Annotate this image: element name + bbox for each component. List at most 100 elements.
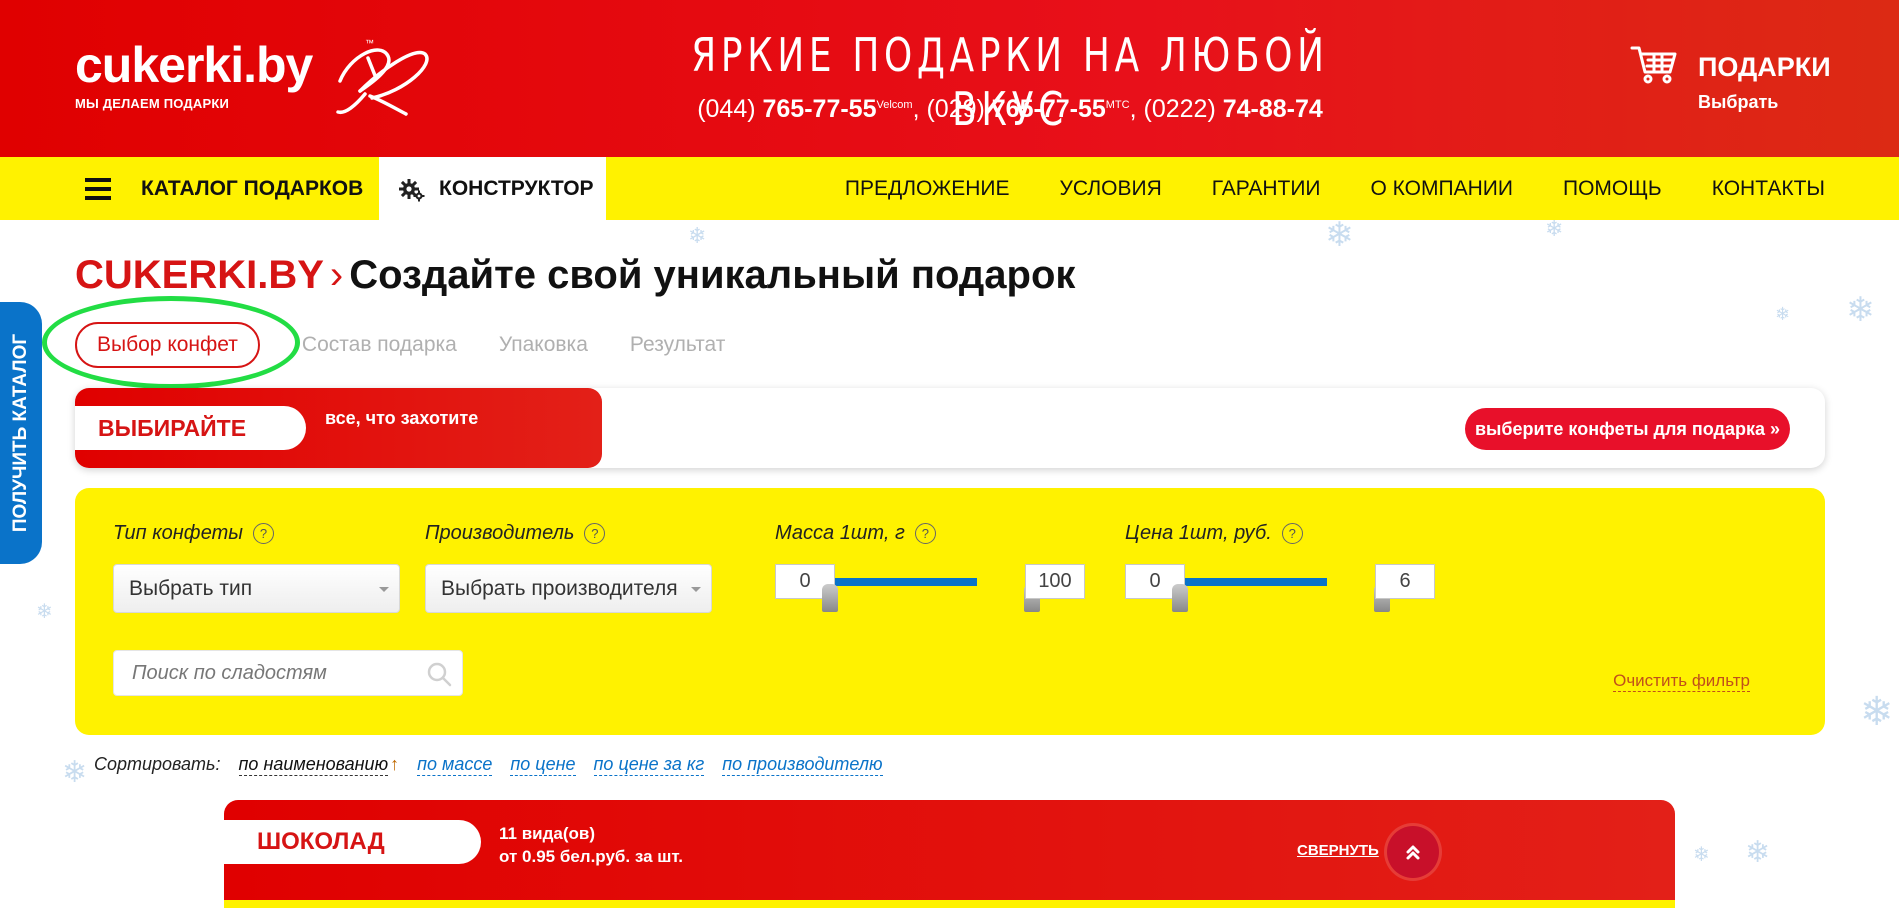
main-nav: КАТАЛОГ ПОДАРКОВ КОНСТРУКТОР ПРЕДЛОЖЕНИЕ…: [0, 157, 1899, 220]
snowflake-icon: ❄: [1545, 216, 1564, 241]
category-section: ШОКОЛАД 11 вида(ов) от 0.95 бел.руб. за …: [224, 800, 1675, 908]
candy-search-input[interactable]: [114, 651, 414, 695]
site-logo[interactable]: cukerki.by ™ МЫ ДЕЛАЕМ ПОДАРКИ: [75, 37, 429, 116]
mass-label-text: Масса 1шт, г: [775, 522, 905, 544]
category-info: 11 вида(ов) от 0.95 бел.руб. за шт.: [499, 822, 683, 868]
maker-label-text: Производитель: [425, 522, 575, 544]
maker-label: Производитель ?: [425, 522, 606, 545]
catalog-menu-label: КАТАЛОГ ПОДАРКОВ: [141, 176, 364, 200]
menu-icon: [85, 177, 111, 200]
search-icon[interactable]: [426, 661, 452, 687]
candy-search: [113, 650, 463, 696]
candy-type-label: Тип конфеты ?: [113, 522, 275, 545]
collapse-link[interactable]: СВЕРНУТЬ: [1297, 842, 1379, 859]
nav-link-offer[interactable]: ПРЕДЛОЖЕНИЕ: [845, 177, 1010, 201]
phone-operator: МТС: [1105, 99, 1130, 111]
cart-select-link[interactable]: Выбрать: [1698, 92, 1778, 113]
phone-1[interactable]: (044) 765-77-55Velcom,: [697, 95, 926, 123]
sort-label: Сортировать:: [94, 754, 221, 774]
help-icon[interactable]: ?: [584, 523, 606, 544]
help-icon[interactable]: ?: [1281, 523, 1303, 544]
breadcrumb: CUKERKI.BY › Создайте свой уникальный пода…: [75, 253, 1075, 298]
snowflake-icon: ❄: [1693, 844, 1710, 866]
choose-candies-button[interactable]: выберите конфеты для подарка »: [1464, 408, 1790, 450]
nav-links: ПРЕДЛОЖЕНИЕ УСЛОВИЯ ГАРАНТИИ О КОМПАНИИ …: [845, 157, 1825, 220]
nav-link-help[interactable]: ПОМОЩЬ: [1563, 177, 1662, 201]
page: ❄ ❄ ❄ ❄ ❄ ❄ ❄ ❄ ❄ ❄ cukerki.by ™ МЫ ДЕЛА…: [0, 0, 1899, 908]
mass-min-handle[interactable]: [822, 584, 838, 612]
page-title: Создайте свой уникальный подарок: [349, 253, 1076, 297]
snowflake-icon: ❄: [688, 223, 707, 248]
snowflake-icon: ❄: [36, 601, 53, 623]
snowflake-icon: ❄: [1775, 304, 1791, 324]
help-icon[interactable]: ?: [914, 523, 936, 544]
sort-by-mass[interactable]: по массе: [417, 754, 493, 776]
logo-text: cukerki.by: [75, 37, 313, 93]
step-result[interactable]: Результат: [630, 333, 726, 357]
collapse-button[interactable]: [1387, 826, 1439, 878]
price-slider-track[interactable]: [1185, 578, 1327, 586]
highlight-annotation: [42, 296, 300, 389]
phone-separator: ,: [1129, 95, 1144, 123]
sort-by-price-per-kg[interactable]: по цене за кг: [593, 754, 705, 776]
price-label-text: Цена 1шт, руб.: [1125, 522, 1272, 544]
candy-type-label-text: Тип конфеты: [113, 522, 244, 544]
category-title: ШОКОЛАД: [224, 820, 481, 864]
sort-by-maker[interactable]: по производителю: [722, 754, 883, 776]
chevron-down-icon: [379, 587, 389, 592]
phone-number: 74-88-74: [1222, 95, 1323, 123]
snowflake-icon: ❄: [1860, 690, 1894, 734]
phone-2[interactable]: (029) 765-77-55МТС,: [926, 95, 1143, 123]
constructor-label: КОНСТРУКТОР: [439, 176, 594, 200]
banner-red-block: ВЫБИРАЙТЕ все, что захотите: [75, 388, 602, 468]
phone-numbers: (044) 765-77-55Velcom, (029) 765-77-55МТ…: [560, 95, 1460, 124]
logo-tagline: МЫ ДЕЛАЕМ ПОДАРКИ: [75, 96, 230, 111]
phone-3[interactable]: (0222) 74-88-74: [1144, 95, 1323, 123]
step-gift-contents[interactable]: Состав подарка: [302, 333, 457, 357]
phone-number: 765-77-55: [762, 95, 877, 123]
gears-icon: [399, 178, 425, 201]
category-count: 11 вида(ов): [499, 824, 595, 843]
shopping-cart-icon: [1630, 46, 1677, 84]
clear-filter-link[interactable]: Очистить фильтр: [1613, 671, 1750, 692]
snowflake-icon: ❄: [62, 756, 88, 789]
cart-title: ПОДАРКИ: [1698, 52, 1831, 82]
candy-type-select[interactable]: Выбрать тип: [113, 564, 400, 613]
constructor-tab[interactable]: КОНСТРУКТОР: [379, 157, 606, 220]
price-max-input[interactable]: 6: [1375, 564, 1435, 599]
catalog-menu-button[interactable]: КАТАЛОГ ПОДАРКОВ: [85, 157, 363, 220]
category-content-edge: [224, 900, 1675, 908]
mass-max-input[interactable]: 100: [1025, 564, 1085, 599]
maker-value: Выбрать производителя: [441, 576, 678, 600]
get-catalog-label: ПОЛУЧИТЬ КАТАЛОГ: [10, 333, 31, 533]
nav-link-guarantees[interactable]: ГАРАНТИИ: [1212, 177, 1321, 201]
double-chevron-up-icon: [1406, 845, 1420, 860]
maker-select[interactable]: Выбрать производителя: [425, 564, 712, 613]
breadcrumb-home[interactable]: CUKERKI.BY: [75, 253, 324, 297]
price-min-handle[interactable]: [1172, 584, 1188, 612]
nav-link-contacts[interactable]: КОНТАКТЫ: [1712, 177, 1825, 201]
snowflake-icon: ❄: [1325, 216, 1354, 254]
banner-text: все, что захотите: [325, 408, 479, 428]
sort-bar: Сортировать: по наименованию ↑ по массе …: [94, 754, 901, 776]
phone-code: (029): [926, 95, 992, 123]
help-icon[interactable]: ?: [253, 523, 275, 544]
banner-pill: ВЫБИРАЙТЕ: [75, 406, 306, 450]
get-catalog-tab[interactable]: ПОЛУЧИТЬ КАТАЛОГ: [0, 302, 42, 564]
sort-by-name[interactable]: по наименованию: [238, 754, 389, 776]
sort-by-price[interactable]: по цене: [510, 754, 576, 776]
phone-code: (044): [697, 95, 763, 123]
phone-operator: Velcom: [876, 99, 913, 111]
phone-code: (0222): [1143, 95, 1223, 123]
step-packaging[interactable]: Упаковка: [499, 333, 588, 357]
nav-link-about[interactable]: О КОМПАНИИ: [1371, 177, 1513, 201]
snowflake-icon: ❄: [1846, 291, 1875, 329]
chevron-down-icon: [691, 587, 701, 592]
snowflake-icon: ❄: [1745, 836, 1771, 869]
candy-type-value: Выбрать тип: [129, 576, 253, 600]
nav-link-terms[interactable]: УСЛОВИЯ: [1060, 177, 1162, 201]
bow-icon: [336, 48, 429, 116]
mass-label: Масса 1шт, г ?: [775, 522, 936, 545]
sort-direction-icon[interactable]: ↑: [390, 754, 399, 775]
mass-slider-track[interactable]: [835, 578, 977, 586]
